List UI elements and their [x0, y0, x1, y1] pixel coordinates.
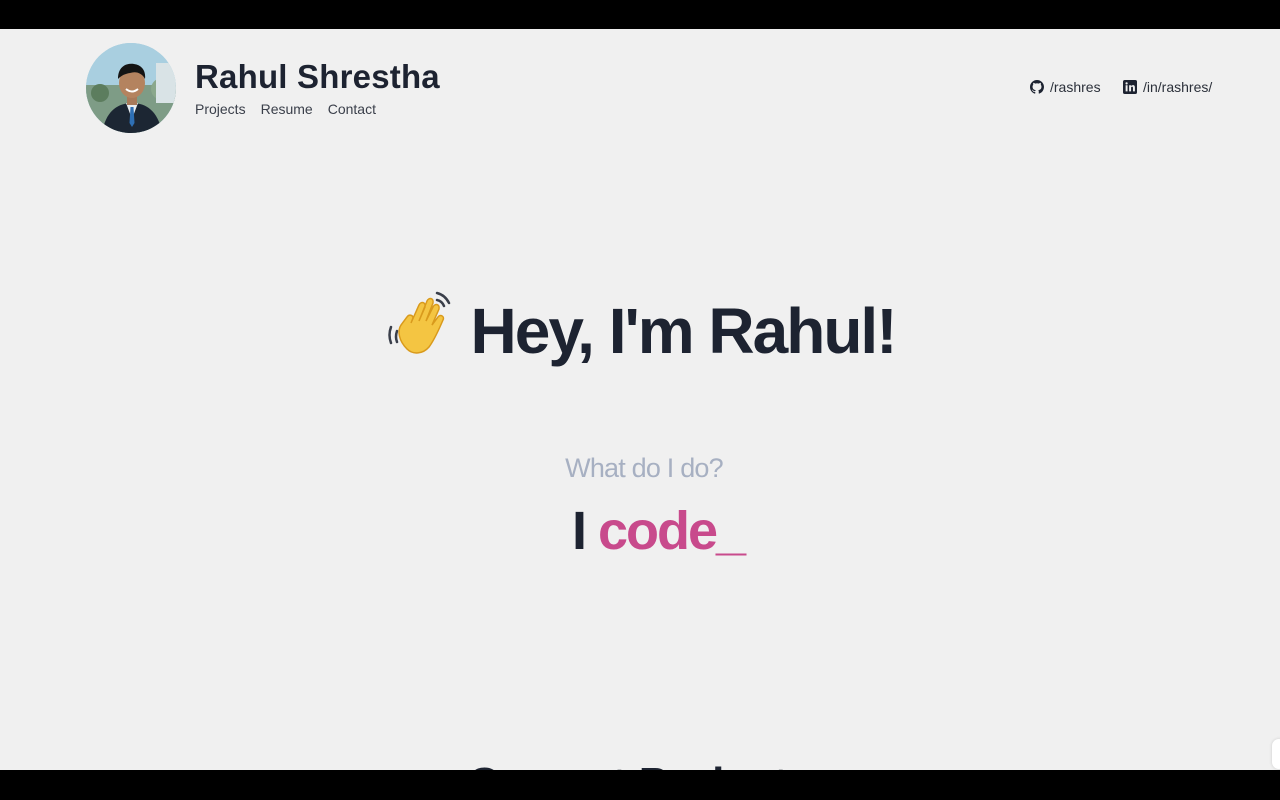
hero-greeting: Hey, I'm Rahul! [0, 287, 1280, 377]
bottom-letterbox [0, 770, 1280, 800]
tagline-typed-word: code_ [597, 501, 746, 561]
github-link[interactable]: /rashres [1030, 79, 1101, 95]
main-nav: Projects Resume Contact [195, 101, 376, 117]
site-owner-name[interactable]: Rahul Shrestha [195, 57, 440, 97]
github-icon [1030, 80, 1044, 94]
page-viewport: Rahul Shrestha Projects Resume Contact /… [0, 29, 1280, 770]
linkedin-handle: /in/rashres/ [1143, 79, 1213, 95]
current-projects-heading: Current Projects [0, 759, 1280, 770]
hero-greeting-text: Hey, I'm Rahul! [470, 295, 898, 367]
tagline-prefix: I [571, 501, 587, 561]
scroll-to-top-button[interactable] [1272, 739, 1280, 769]
linkedin-link[interactable]: /in/rashres/ [1123, 79, 1212, 95]
top-letterbox [0, 0, 1280, 29]
profile-avatar[interactable] [86, 43, 176, 133]
waving-hand-icon [385, 287, 457, 377]
nav-link-projects[interactable]: Projects [195, 101, 246, 117]
profile-photo [86, 43, 176, 133]
linkedin-icon [1123, 80, 1137, 94]
hero-question: What do I do? [565, 453, 724, 483]
nav-link-resume[interactable]: Resume [261, 101, 313, 117]
nav-link-contact[interactable]: Contact [328, 101, 376, 117]
github-handle: /rashres [1050, 79, 1101, 95]
hero-tagline: I code_ [0, 499, 1280, 563]
